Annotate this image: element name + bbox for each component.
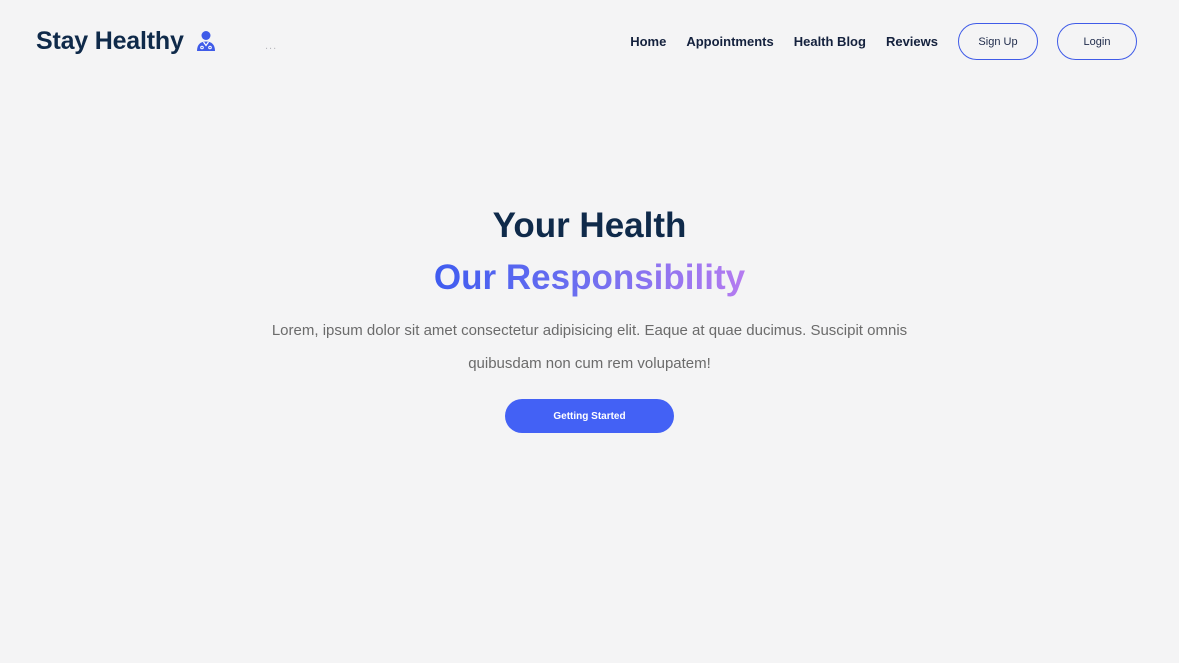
sign-up-button[interactable]: Sign Up (958, 23, 1038, 60)
hero-subtitle: Our Responsibility (434, 252, 745, 304)
nav-link-health-blog[interactable]: Health Blog (794, 23, 866, 60)
nav-link-home[interactable]: Home (630, 23, 666, 60)
nav-link-appointments[interactable]: Appointments (686, 23, 773, 60)
getting-started-button[interactable]: Getting Started (505, 399, 674, 433)
hero-section: Your Health Our Responsibility Lorem, ip… (0, 200, 1179, 433)
hero-title: Your Health (492, 206, 687, 245)
login-button[interactable]: Login (1057, 23, 1137, 60)
navbar: Stay Healthy ... Home Appointments Healt… (0, 0, 1179, 84)
nav-link-reviews[interactable]: Reviews (886, 23, 938, 60)
nav-links: Home Appointments Health Blog Reviews Si… (630, 23, 1137, 60)
brand-dots: ... (265, 40, 278, 52)
brand-logo-link[interactable]: Stay Healthy (36, 26, 216, 56)
doctor-icon (196, 30, 216, 52)
brand-name: Stay Healthy (36, 27, 184, 55)
hero-description: Lorem, ipsum dolor sit amet consectetur … (271, 322, 908, 372)
